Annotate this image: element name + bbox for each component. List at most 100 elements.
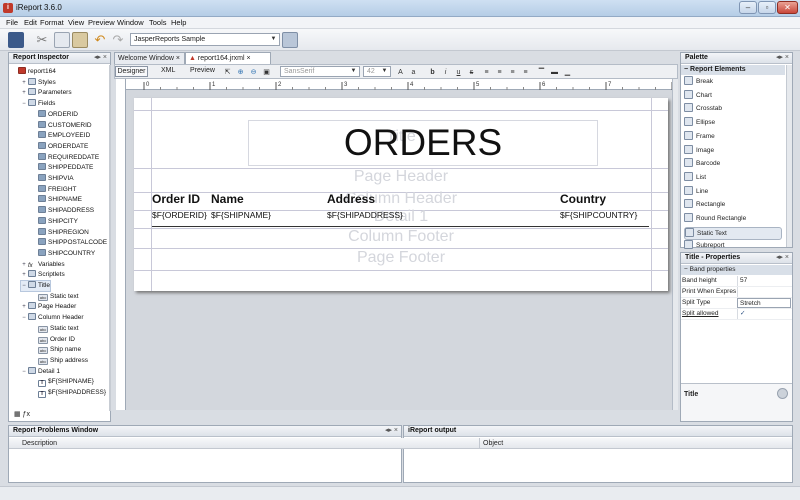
palette-item[interactable]: Barcode [684, 158, 720, 169]
redo-icon[interactable]: ↷ [110, 32, 126, 48]
palette-item[interactable]: Crosstab [684, 103, 722, 114]
tree-node[interactable]: + fx Variables [21, 260, 64, 270]
report-title[interactable]: ORDERS [248, 122, 598, 164]
tree-node[interactable]: SHIPPEDDATE [31, 163, 93, 172]
tree-node[interactable]: − Column Header [21, 313, 84, 323]
expand-toggle-icon[interactable]: − [21, 100, 27, 109]
palette-item[interactable]: List [684, 171, 706, 183]
expand-toggle-icon[interactable]: + [21, 79, 27, 88]
designer-view-button[interactable]: Designer [115, 66, 148, 77]
tree-node[interactable]: EMPLOYEEID [31, 131, 90, 140]
align-justify-icon[interactable]: ≡ [521, 68, 530, 77]
datasource-report-icon[interactable] [282, 32, 298, 48]
field-orderid[interactable]: $F{ORDERID} [152, 210, 207, 220]
field-shipname[interactable]: $F{SHIPNAME} [211, 210, 271, 220]
align-left-icon[interactable]: ≡ [482, 68, 491, 77]
xml-view-button[interactable]: XML [161, 67, 175, 74]
tree-node[interactable]: abc Ship name [31, 345, 81, 355]
expand-toggle-icon[interactable]: − [21, 282, 27, 291]
align-right-icon[interactable]: ≡ [508, 68, 517, 77]
properties-section[interactable]: − Band properties [681, 265, 792, 275]
expand-toggle-icon[interactable]: − [21, 314, 27, 323]
align-bottom-icon[interactable]: ▁ [563, 68, 572, 77]
tree-node[interactable]: + Page Header [21, 302, 76, 312]
align-middle-icon[interactable]: ▬ [550, 68, 559, 77]
palette-item[interactable]: Image [684, 144, 714, 156]
menu-window[interactable]: Window [117, 18, 144, 27]
tree-node[interactable]: report164 [11, 67, 56, 76]
tree-node[interactable]: abc Static text [31, 324, 79, 333]
menu-format[interactable]: Format [40, 18, 64, 27]
property-value[interactable]: Stretch [737, 298, 791, 308]
header-country[interactable]: Country [560, 192, 606, 206]
underline-icon[interactable]: u [454, 68, 463, 77]
field-shipaddress[interactable]: $F{SHIPADDRESS} [327, 210, 403, 220]
tree-node[interactable]: + Scriptlets [21, 270, 65, 280]
tree-node[interactable]: SHIPADDRESS [31, 206, 94, 215]
palette-scrollbar[interactable] [786, 65, 792, 247]
tree-node[interactable]: FREIGHT [31, 184, 77, 194]
palette-item[interactable]: Frame [684, 130, 715, 142]
zoom-fit-icon[interactable]: ▣ [262, 68, 271, 77]
maximize-button[interactable]: ▫ [758, 1, 776, 14]
palette-item[interactable]: Static Text [684, 226, 782, 240]
panel-controls-icon[interactable]: ◂▸ × [776, 53, 789, 63]
zoom-in-icon[interactable]: ⊕ [236, 68, 245, 77]
expand-toggle-icon[interactable]: − [21, 368, 27, 377]
panel-controls-icon[interactable]: ◂▸ × [776, 253, 789, 263]
palette-section[interactable]: − Report Elements [681, 65, 785, 75]
expand-toggle-icon[interactable]: + [21, 271, 27, 280]
tree-node[interactable]: + Styles [21, 77, 56, 88]
minimize-button[interactable]: – [739, 1, 757, 14]
copy-icon[interactable] [54, 32, 70, 48]
strikethrough-icon[interactable]: s [467, 68, 476, 77]
tree-node[interactable]: − Detail 1 [21, 366, 60, 377]
menu-edit[interactable]: Edit [24, 18, 37, 27]
pointer-icon[interactable]: ⇱ [223, 68, 232, 77]
tree-node[interactable]: REQUIREDDATE [31, 152, 99, 162]
tree-node[interactable]: − Title [19, 280, 52, 292]
datasource-select[interactable]: JasperReports Sample ▼ [130, 33, 280, 46]
tree-node[interactable]: ORDERID [31, 109, 78, 119]
canvas-scrollbar[interactable] [672, 79, 678, 410]
zoom-out-icon[interactable]: ⊖ [249, 68, 258, 77]
header-order-id[interactable]: Order ID [152, 192, 200, 206]
column-description[interactable]: Description [22, 440, 57, 447]
expand-toggle-icon[interactable]: + [21, 303, 27, 312]
font-family-select[interactable]: SansSerif ▼ [280, 66, 360, 77]
menu-preview[interactable]: Preview [88, 18, 115, 27]
tab-welcome-window[interactable]: Welcome Window × [114, 52, 185, 64]
palette-item[interactable]: Line [684, 185, 708, 197]
panel-controls-icon[interactable]: ◂▸ × [385, 426, 398, 436]
palette-item[interactable]: Subreport [684, 240, 725, 251]
menu-file[interactable]: File [6, 18, 18, 27]
align-center-icon[interactable]: ≡ [495, 68, 504, 77]
preview-view-button[interactable]: Preview [190, 67, 215, 74]
expand-toggle-icon[interactable]: + [21, 261, 27, 270]
tree-node[interactable]: SHIPVIA [31, 174, 74, 183]
header-address[interactable]: Address [327, 192, 375, 206]
tree-node[interactable]: + Parameters [21, 88, 72, 98]
tree-node[interactable]: T $F{SHIPNAME} [31, 377, 94, 388]
tree-node[interactable]: T $F{SHIPADDRESS} [31, 388, 106, 398]
italic-icon[interactable]: i [441, 68, 450, 77]
decrease-font-icon[interactable]: a [409, 68, 418, 77]
tree-node[interactable]: − Fields [21, 99, 55, 109]
paste-icon[interactable] [72, 32, 88, 48]
palette-item[interactable]: Rectangle [684, 199, 725, 210]
tree-node[interactable]: abc Order ID [31, 335, 75, 344]
tree-node[interactable]: SHIPCOUNTRY [31, 248, 95, 258]
palette-item[interactable]: Chart [684, 89, 712, 101]
palette-item[interactable]: Ellipse [684, 117, 715, 128]
close-button[interactable]: ✕ [777, 1, 798, 14]
field-shipcountry[interactable]: $F{SHIPCOUNTRY} [560, 210, 637, 220]
inspector-footer-icons[interactable]: ▦ ƒx [14, 410, 36, 420]
align-top-icon[interactable]: ▔ [537, 68, 546, 77]
tree-node[interactable]: SHIPNAME [31, 195, 82, 204]
property-value[interactable] [737, 287, 791, 297]
undo-icon[interactable]: ↶ [92, 32, 108, 48]
property-value[interactable]: 57 [737, 276, 791, 286]
tree-node[interactable]: SHIPPOSTALCODE [31, 238, 107, 247]
menu-tools[interactable]: Tools [149, 18, 167, 27]
help-icon[interactable] [777, 388, 788, 399]
